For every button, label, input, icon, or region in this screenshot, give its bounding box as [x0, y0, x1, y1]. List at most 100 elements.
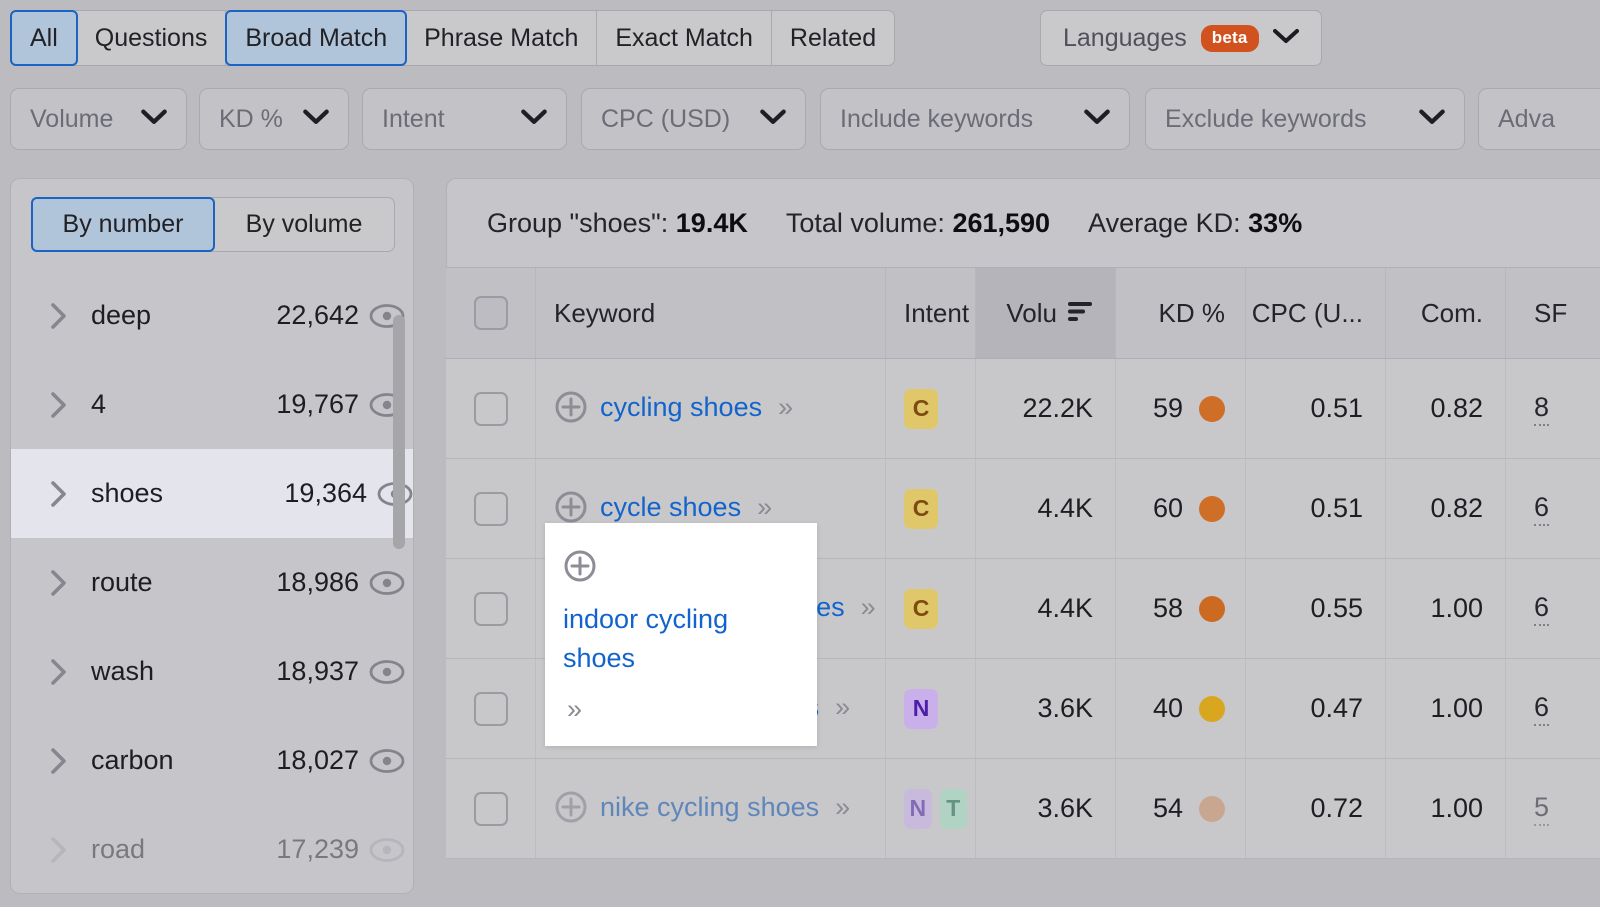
serp-features-value[interactable]: 8 — [1534, 392, 1549, 426]
chevron-right-icon[interactable] — [49, 302, 79, 330]
group-sort-by-volume[interactable]: By volume — [214, 198, 394, 251]
eye-icon[interactable] — [359, 659, 414, 685]
filter-cpc-usd[interactable]: CPC (USD) — [581, 88, 806, 150]
table-row[interactable]: nike cycling shoes»NT3.6K540.721.005 — [446, 759, 1600, 859]
chevron-right-icon[interactable] — [49, 747, 79, 775]
competition-cell: 0.82 — [1386, 359, 1506, 458]
eye-icon[interactable] — [367, 481, 414, 507]
intent-badge-c[interactable]: C — [904, 589, 938, 629]
group-sort-by-number[interactable]: By number — [31, 197, 215, 252]
table-header-vol[interactable]: Volu — [976, 268, 1116, 358]
sidebar-item-carbon[interactable]: carbon18,027 — [11, 716, 414, 805]
table-header-kd[interactable]: KD % — [1116, 268, 1246, 358]
keyword-link[interactable]: cycle shoes — [600, 488, 741, 526]
table-header-com[interactable]: Com. — [1386, 268, 1506, 358]
filter-include-keywords[interactable]: Include keywords — [820, 88, 1130, 150]
cpc-cell: 0.55 — [1246, 559, 1386, 658]
chevron-right-icon[interactable] — [49, 480, 79, 508]
sidebar-item-label: deep — [91, 300, 276, 331]
eye-icon[interactable] — [359, 837, 414, 863]
languages-dropdown[interactable]: Languages beta — [1040, 10, 1322, 66]
filter-adva[interactable]: Adva — [1478, 88, 1600, 150]
match-tab-questions[interactable]: Questions — [77, 11, 227, 65]
double-chevron-right-icon[interactable]: » — [861, 588, 876, 626]
table-header-sf[interactable]: SF — [1506, 268, 1600, 358]
intent-badge-n[interactable]: N — [904, 789, 932, 829]
sidebar-item-4[interactable]: 419,767 — [11, 360, 414, 449]
keyword-link[interactable]: nike cycling shoes — [600, 788, 819, 826]
eye-icon[interactable] — [359, 392, 414, 418]
intent-cell: C — [886, 359, 976, 458]
intent-badge-n[interactable]: N — [904, 689, 938, 729]
table-header-row: KeywordIntentVoluKD %CPC (U...Com.SF — [446, 268, 1600, 359]
match-tab-exact-match[interactable]: Exact Match — [597, 11, 772, 65]
group-sort-toggle[interactable]: By numberBy volume — [31, 197, 395, 252]
sidebar-item-road[interactable]: road17,239 — [11, 805, 414, 894]
select-all-checkbox[interactable] — [474, 296, 508, 330]
double-chevron-right-icon[interactable]: » — [835, 688, 850, 726]
sidebar-item-count: 18,937 — [276, 656, 359, 687]
serp-features-value[interactable]: 6 — [1534, 592, 1549, 626]
row-checkbox[interactable] — [474, 492, 508, 526]
kd-cell: 58 — [1116, 559, 1246, 658]
sort-descending-icon[interactable] — [1067, 298, 1093, 329]
serp-features-cell: 6 — [1506, 459, 1600, 558]
filter-label: Intent — [382, 105, 445, 134]
double-chevron-right-icon[interactable]: » — [567, 690, 582, 728]
table-row[interactable]: cycling shoes»C22.2K590.510.828 — [446, 359, 1600, 459]
sidebar-item-route[interactable]: route18,986 — [11, 538, 414, 627]
sidebar-item-shoes[interactable]: shoes19,364 — [11, 449, 414, 538]
intent-badge-t[interactable]: T — [940, 789, 968, 829]
filter-label: Include keywords — [840, 105, 1033, 134]
beta-badge: beta — [1201, 25, 1259, 52]
serp-features-value[interactable]: 6 — [1534, 692, 1549, 726]
sidebar-scrollbar[interactable] — [393, 315, 405, 549]
keyword-link[interactable]: cycling shoes — [600, 388, 762, 426]
row-checkbox[interactable] — [474, 392, 508, 426]
sidebar-item-wash[interactable]: wash18,937 — [11, 627, 414, 716]
table-header-intent[interactable]: Intent — [886, 268, 976, 358]
serp-features-value[interactable]: 6 — [1534, 492, 1549, 526]
plus-circle-icon[interactable] — [563, 549, 597, 588]
match-tab-label: Related — [790, 24, 876, 53]
sidebar-item-deep[interactable]: deep22,642 — [11, 271, 414, 360]
eye-icon[interactable] — [359, 570, 414, 596]
plus-circle-icon[interactable] — [554, 790, 588, 831]
match-tab-broad-match[interactable]: Broad Match — [225, 10, 407, 66]
table-header-cpc[interactable]: CPC (U... — [1246, 268, 1386, 358]
filter-kd[interactable]: KD % — [199, 88, 349, 150]
chevron-right-icon[interactable] — [49, 391, 79, 419]
row-checkbox[interactable] — [474, 792, 508, 826]
volume-value: 4.4K — [1037, 493, 1093, 524]
match-tab-phrase-match[interactable]: Phrase Match — [406, 11, 597, 65]
competition-cell: 0.82 — [1386, 459, 1506, 558]
chevron-right-icon[interactable] — [49, 836, 79, 864]
keyword-tooltip-text[interactable]: indoor cycling shoes — [563, 600, 799, 678]
chevron-down-icon — [303, 109, 329, 130]
chevron-right-icon[interactable] — [49, 658, 79, 686]
intent-badge-c[interactable]: C — [904, 489, 938, 529]
double-chevron-right-icon[interactable]: » — [778, 388, 793, 426]
plus-circle-icon[interactable] — [554, 390, 588, 431]
filter-intent[interactable]: Intent — [362, 88, 567, 150]
keyword-hover-overlay[interactable]: indoor cycling shoes » — [545, 523, 817, 746]
intent-badge-c[interactable]: C — [904, 389, 938, 429]
double-chevron-right-icon[interactable]: » — [835, 788, 850, 826]
double-chevron-right-icon[interactable]: » — [757, 488, 772, 526]
table-header-check[interactable] — [446, 268, 536, 358]
row-checkbox[interactable] — [474, 592, 508, 626]
row-checkbox[interactable] — [474, 692, 508, 726]
row-checkbox-cell — [446, 359, 536, 458]
eye-icon[interactable] — [359, 303, 414, 329]
row-checkbox-cell — [446, 559, 536, 658]
sidebar-item-label: shoes — [91, 478, 284, 509]
eye-icon[interactable] — [359, 748, 414, 774]
match-tab-related[interactable]: Related — [772, 11, 894, 65]
match-type-segmented-control[interactable]: AllQuestionsBroad MatchPhrase MatchExact… — [10, 10, 895, 66]
chevron-right-icon[interactable] — [49, 569, 79, 597]
serp-features-value[interactable]: 5 — [1534, 792, 1549, 826]
filter-exclude-keywords[interactable]: Exclude keywords — [1145, 88, 1465, 150]
match-tab-all[interactable]: All — [10, 10, 78, 66]
table-header-kw[interactable]: Keyword — [536, 268, 886, 358]
filter-volume[interactable]: Volume — [10, 88, 187, 150]
